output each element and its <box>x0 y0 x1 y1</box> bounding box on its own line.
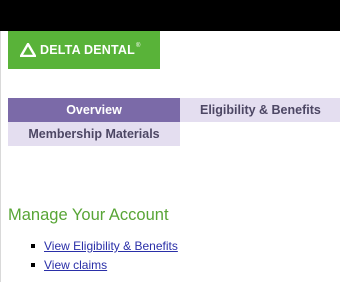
nav-tabs: Overview Eligibility & Benefits <box>8 98 340 122</box>
view-claims-link[interactable]: View claims <box>44 258 107 272</box>
tab-overview[interactable]: Overview <box>8 98 180 122</box>
view-eligibility-link[interactable]: View Eligibility & Benefits <box>44 239 178 253</box>
tab-membership-materials[interactable]: Membership Materials <box>8 122 180 146</box>
section-title: Manage Your Account <box>8 206 169 224</box>
logo-text: DELTA DENTAL® <box>40 43 141 57</box>
square-bullet-icon <box>31 244 35 248</box>
top-black-bar <box>0 0 340 31</box>
delta-dental-logo[interactable]: DELTA DENTAL® <box>8 31 160 69</box>
list-item: View claims <box>31 256 178 275</box>
tab-eligibility-benefits[interactable]: Eligibility & Benefits <box>180 98 340 122</box>
square-bullet-icon <box>31 263 35 267</box>
left-divider <box>0 31 1 282</box>
delta-triangle-icon <box>20 43 36 57</box>
list-item: View Eligibility & Benefits <box>31 237 178 256</box>
account-links: View Eligibility & Benefits View claims <box>31 237 178 275</box>
